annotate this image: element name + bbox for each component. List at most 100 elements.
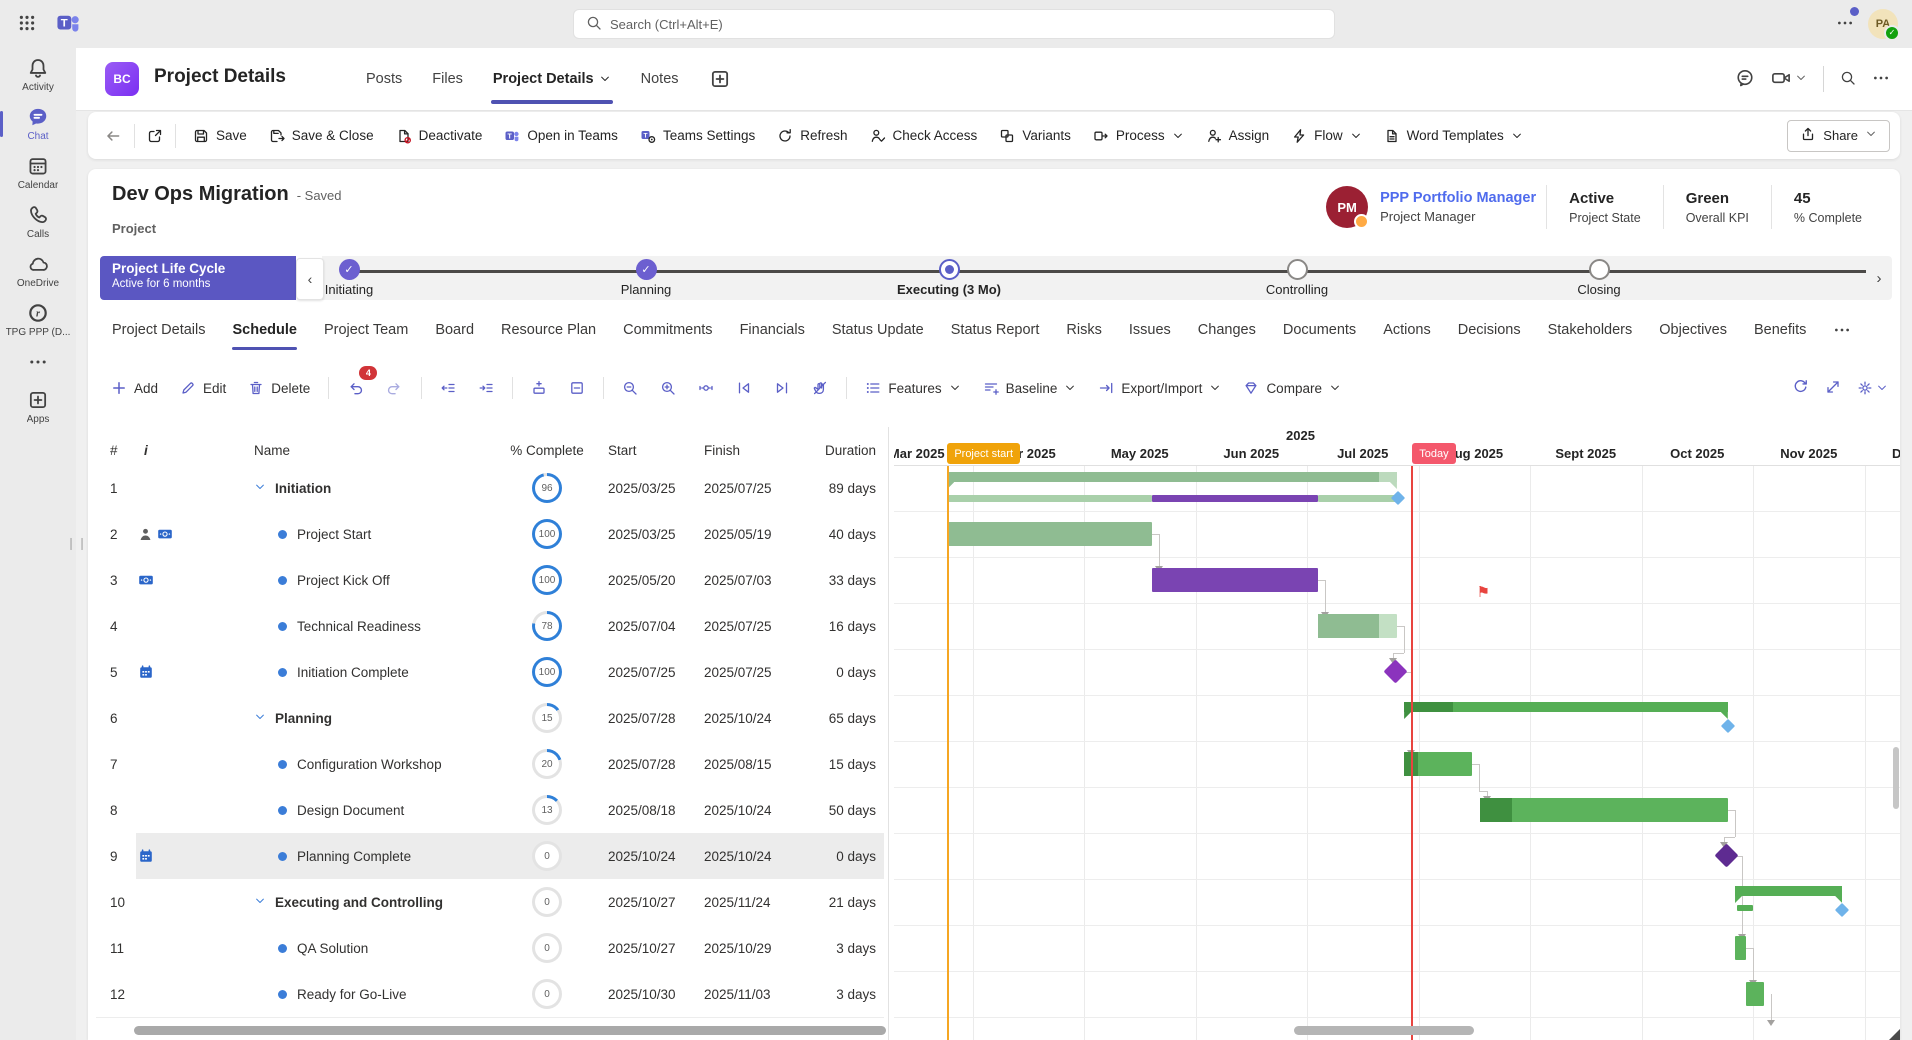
- share-button[interactable]: Share: [1787, 120, 1890, 152]
- command-save[interactable]: Save: [182, 119, 258, 153]
- meet-button[interactable]: [1771, 68, 1807, 91]
- tab-stakeholders[interactable]: Stakeholders: [1548, 308, 1633, 352]
- waffle-menu-icon[interactable]: [18, 14, 36, 35]
- disable-pan-button[interactable]: [803, 373, 837, 403]
- summary-bar-1[interactable]: [947, 472, 1397, 489]
- grid-gantt-divider[interactable]: [888, 427, 889, 1040]
- command-word-templates[interactable]: Word Templates: [1373, 119, 1534, 153]
- task-row-5[interactable]: 5Initiation Complete1002025/07/252025/07…: [96, 649, 884, 696]
- rail-item-calendar[interactable]: Calendar: [0, 146, 76, 195]
- user-avatar[interactable]: PA ✓: [1868, 9, 1898, 39]
- expand-chevron[interactable]: [254, 895, 266, 910]
- summary-bar-10[interactable]: [1735, 886, 1842, 903]
- tab-board[interactable]: Board: [435, 308, 474, 352]
- popout-button[interactable]: [141, 119, 169, 153]
- task-bar-2[interactable]: [947, 522, 1152, 546]
- menu-compare[interactable]: Compare: [1234, 373, 1350, 403]
- rail-item-chat[interactable]: Chat: [0, 97, 76, 146]
- zoom-out-button[interactable]: [613, 373, 647, 403]
- milestone-diamond-5[interactable]: [1383, 659, 1407, 683]
- tab-status-update[interactable]: Status Update: [832, 308, 924, 352]
- tab-schedule[interactable]: Schedule: [232, 308, 296, 352]
- task-row-9[interactable]: 9Planning Complete02025/10/242025/10/240…: [96, 833, 884, 880]
- tab-decisions[interactable]: Decisions: [1458, 308, 1521, 352]
- task-bar-12[interactable]: [1746, 982, 1764, 1006]
- milestone-diamond-9[interactable]: [1714, 843, 1738, 867]
- process-collapse-button[interactable]: ‹: [296, 258, 324, 300]
- indent-button[interactable]: [469, 373, 503, 403]
- tab-documents[interactable]: Documents: [1283, 308, 1356, 352]
- stage-initiating[interactable]: ✓Initiating: [239, 259, 459, 297]
- task-row-6[interactable]: 6Planning152025/07/282025/10/2465 days: [96, 695, 884, 742]
- task-row-3[interactable]: 3Project Kick Off1002025/05/202025/07/03…: [96, 557, 884, 604]
- gantt-vertical-scrollbar[interactable]: [1893, 747, 1899, 809]
- zoom-in-button[interactable]: [651, 373, 685, 403]
- channel-more-icon[interactable]: [1872, 69, 1890, 90]
- task-bar-8[interactable]: [1480, 798, 1728, 822]
- rail-item-more[interactable]: [0, 342, 76, 380]
- zoom-to-fit-button[interactable]: [689, 373, 723, 403]
- rail-item-activity[interactable]: Activity: [0, 48, 76, 97]
- command-open-in-teams[interactable]: TOpen in Teams: [493, 119, 629, 153]
- menu-baseline[interactable]: Baseline: [974, 373, 1086, 403]
- add-task-button[interactable]: Add: [102, 373, 167, 403]
- outdent-button[interactable]: [431, 373, 465, 403]
- previous-timespan-button[interactable]: [727, 373, 761, 403]
- task-bar-3[interactable]: [1152, 568, 1317, 592]
- rail-item-apps[interactable]: Apps: [0, 380, 76, 429]
- grid-horizontal-scrollbar[interactable]: [134, 1026, 886, 1035]
- channel-tab-posts[interactable]: Posts: [366, 48, 402, 110]
- insert-row-button[interactable]: [522, 373, 556, 403]
- task-row-8[interactable]: 8Design Document132025/08/182025/10/2450…: [96, 787, 884, 834]
- command-deactivate[interactable]: Deactivate: [385, 119, 494, 153]
- tab-financials[interactable]: Financials: [740, 308, 805, 352]
- command-process[interactable]: Process: [1082, 119, 1195, 153]
- chat-bubble-icon[interactable]: [1735, 68, 1755, 91]
- fullscreen-button[interactable]: [1825, 379, 1841, 398]
- command-save-close[interactable]: Save & Close: [258, 119, 385, 153]
- add-tab-button[interactable]: [709, 48, 731, 110]
- pane-splitter-grip[interactable]: ❘❘: [66, 536, 88, 550]
- task-row-10[interactable]: 10Executing and Controlling02025/10/2720…: [96, 879, 884, 926]
- task-row-2[interactable]: 2Project Start1002025/03/252025/05/1940 …: [96, 511, 884, 558]
- rail-item-tpg-ppp-d-[interactable]: rTPG PPP (D...: [0, 293, 76, 342]
- channel-search-icon[interactable]: [1840, 70, 1856, 89]
- menu-features[interactable]: Features: [856, 373, 969, 403]
- tab-issues[interactable]: Issues: [1129, 308, 1171, 352]
- next-timespan-button[interactable]: [765, 373, 799, 403]
- summary-bar-6[interactable]: [1404, 702, 1728, 719]
- channel-tab-notes[interactable]: Notes: [641, 48, 679, 110]
- expand-chevron[interactable]: [254, 711, 266, 726]
- edit-task-button[interactable]: Edit: [171, 373, 235, 403]
- task-row-11[interactable]: 11QA Solution02025/10/272025/10/293 days: [96, 925, 884, 972]
- command-teams-settings[interactable]: TTeams Settings: [629, 119, 766, 153]
- task-row-4[interactable]: 4Technical Readiness782025/07/042025/07/…: [96, 603, 884, 650]
- stage-controlling[interactable]: Controlling: [1187, 259, 1407, 297]
- topbar-more-button[interactable]: [1836, 14, 1854, 35]
- stage-executing-mo-[interactable]: Executing (3 Mo): [839, 259, 1059, 297]
- tab-actions[interactable]: Actions: [1383, 308, 1431, 352]
- undo-button[interactable]: 4: [338, 373, 373, 403]
- task-bar-4[interactable]: [1318, 614, 1397, 638]
- delete-task-button[interactable]: Delete: [239, 373, 319, 403]
- command-refresh[interactable]: Refresh: [766, 119, 858, 153]
- tab-commitments[interactable]: Commitments: [623, 308, 712, 352]
- command-variants[interactable]: Variants: [988, 119, 1082, 153]
- collapse-all-button[interactable]: [560, 373, 594, 403]
- tab-project-details[interactable]: Project Details: [112, 308, 205, 352]
- teams-logo-icon[interactable]: T: [55, 10, 81, 39]
- tab-objectives[interactable]: Objectives: [1659, 308, 1727, 352]
- command-flow[interactable]: Flow: [1280, 119, 1373, 153]
- tab-benefits[interactable]: Benefits: [1754, 308, 1806, 352]
- redo-button[interactable]: [377, 373, 412, 403]
- menu-export-import[interactable]: Export/Import: [1089, 373, 1230, 403]
- command-check-access[interactable]: Check Access: [859, 119, 989, 153]
- rail-item-calls[interactable]: Calls: [0, 195, 76, 244]
- tab-risks[interactable]: Risks: [1066, 308, 1101, 352]
- gantt-settings-button[interactable]: [1857, 380, 1888, 396]
- tab-changes[interactable]: Changes: [1198, 308, 1256, 352]
- process-next-button[interactable]: ›: [1870, 266, 1888, 290]
- task-row-1[interactable]: 1Initiation962025/03/252025/07/2589 days: [96, 465, 884, 512]
- stage-planning[interactable]: ✓Planning: [536, 259, 756, 297]
- gantt-horizontal-scrollbar[interactable]: [1294, 1026, 1474, 1035]
